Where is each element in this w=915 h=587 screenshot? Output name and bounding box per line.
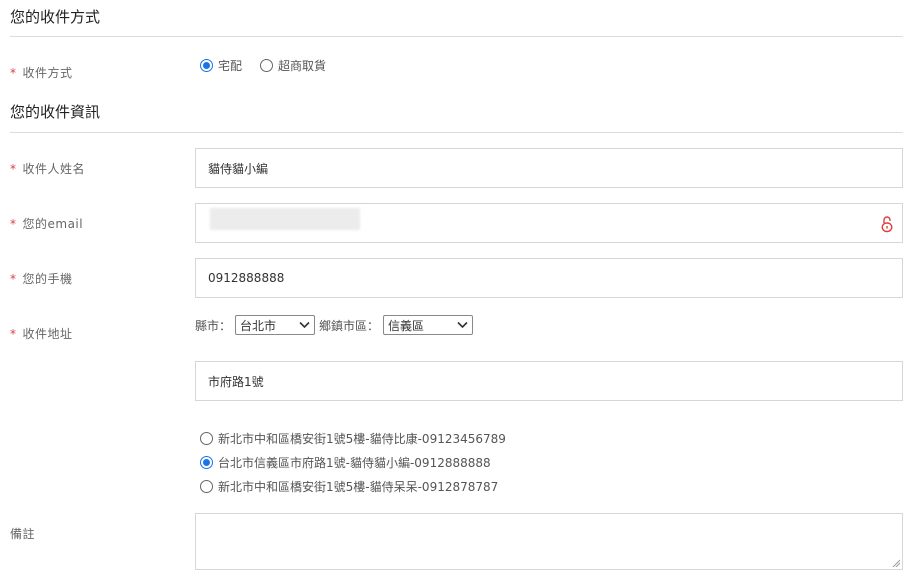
saved-address-option[interactable]: 新北市中和區橋安街1號5樓-貓侍呆呆-0912878787	[200, 474, 506, 498]
saved-address-option[interactable]: 新北市中和區橋安街1號5樓-貓侍比康-09123456789	[200, 426, 506, 450]
county-value: 台北市	[240, 318, 277, 333]
county-select[interactable]: 台北市	[235, 315, 316, 335]
recipient-section-title: 您的收件資訊	[10, 103, 101, 121]
recipient-name-value: 貓侍貓小編	[208, 161, 269, 176]
district-value: 信義區	[388, 318, 425, 333]
required-mark: *	[10, 327, 17, 341]
recipient-name-input[interactable]: 貓侍貓小編	[195, 148, 903, 188]
phone-input[interactable]: 0912888888	[195, 258, 903, 298]
district-label: 鄉鎮市區：	[319, 318, 380, 333]
radio-store-pickup[interactable]: 超商取貨	[260, 57, 326, 74]
email-label: * 您的email	[10, 215, 83, 232]
chevron-down-icon	[299, 321, 310, 329]
required-mark: *	[10, 272, 17, 286]
saved-address-option[interactable]: 台北市信義區市府路1號-貓侍貓小編-0912888888	[200, 450, 506, 474]
radio-unchecked-icon	[260, 59, 274, 72]
radio-checked-icon	[200, 455, 213, 469]
street-address-value: 市府路1號	[208, 374, 264, 389]
recipient-name-label-text: 收件人姓名	[22, 162, 86, 176]
email-input[interactable]	[195, 203, 903, 243]
required-mark: *	[10, 66, 17, 80]
shipping-method-label-text: 收件方式	[22, 66, 73, 80]
phone-label-text: 您的手機	[22, 272, 73, 286]
shipping-method-options: 宅配 超商取貨	[200, 57, 344, 74]
saved-addresses: 新北市中和區橋安街1號5樓-貓侍比康-09123456789 台北市信義區市府路…	[200, 426, 524, 498]
shipping-method-label: * 收件方式	[10, 64, 73, 81]
divider	[10, 36, 903, 37]
note-textarea[interactable]	[195, 513, 903, 570]
radio-unchecked-icon	[200, 479, 213, 493]
radio-store-pickup-label: 超商取貨	[278, 59, 327, 73]
recipient-name-label: * 收件人姓名	[10, 160, 85, 177]
email-label-text: 您的email	[22, 217, 84, 231]
address-selectors: 縣市： 台北市 鄉鎮市區： 信義區	[195, 315, 477, 335]
divider	[10, 132, 903, 133]
redacted-email	[210, 208, 360, 230]
required-mark: *	[10, 162, 17, 176]
radio-unchecked-icon	[200, 431, 213, 445]
note-label: 備註	[10, 525, 35, 542]
shipping-section-title: 您的收件方式	[10, 8, 101, 26]
phone-value: 0912888888	[208, 271, 285, 285]
lock-icon[interactable]	[880, 215, 894, 233]
note-label-text: 備註	[10, 527, 36, 541]
chevron-down-icon	[457, 321, 468, 329]
saved-address-text: 新北市中和區橋安街1號5樓-貓侍比康-09123456789	[218, 431, 506, 446]
street-address-input[interactable]: 市府路1號	[195, 361, 903, 401]
address-label: * 收件地址	[10, 325, 73, 342]
required-mark: *	[10, 217, 17, 231]
radio-checked-icon	[200, 59, 213, 72]
address-label-text: 收件地址	[22, 327, 73, 341]
phone-label: * 您的手機	[10, 270, 73, 287]
saved-address-text: 台北市信義區市府路1號-貓侍貓小編-0912888888	[218, 455, 491, 470]
radio-home-delivery[interactable]: 宅配	[200, 57, 242, 74]
saved-address-text: 新北市中和區橋安街1號5樓-貓侍呆呆-0912878787	[218, 479, 499, 494]
radio-home-delivery-label: 宅配	[218, 59, 243, 73]
district-select[interactable]: 信義區	[383, 315, 474, 335]
county-label: 縣市：	[195, 318, 232, 333]
resize-grip-icon[interactable]	[892, 559, 900, 567]
